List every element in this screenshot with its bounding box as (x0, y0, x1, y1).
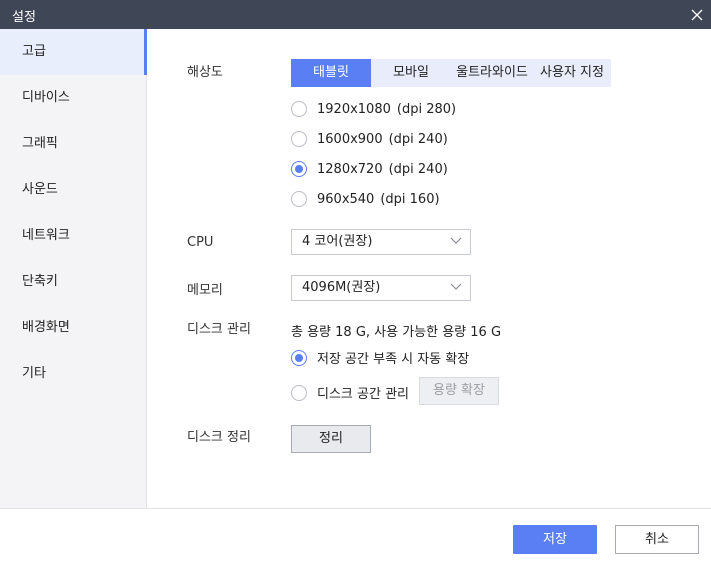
cleanup-button[interactable]: 정리 (291, 425, 371, 453)
sidebar-item-shortcuts[interactable]: 단축키 (0, 259, 147, 305)
chevron-down-icon (450, 237, 462, 244)
memory-value: 4096M(권장) (302, 280, 381, 295)
tab-ultrawide[interactable]: 울트라와이드 (451, 59, 533, 87)
disk-option-label: 저장 공간 부족 시 자동 확장 (317, 352, 470, 367)
tab-tablet[interactable]: 태블릿 (291, 59, 371, 87)
resolution-option-960x540[interactable]: 960x540 (dpi 160) (291, 191, 440, 207)
sidebar-item-label: 네트워크 (22, 228, 70, 243)
resolution-dpi: (dpi 240) (388, 131, 448, 147)
sidebar-item-label: 배경화면 (22, 320, 70, 335)
radio-button[interactable] (291, 384, 307, 401)
sidebar-item-graphics[interactable]: 그래픽 (0, 121, 147, 167)
disk-manage-option[interactable]: 디스크 공간 관리 (291, 383, 409, 402)
radio-button-checked[interactable] (291, 349, 307, 366)
sidebar-item-label: 그래픽 (22, 136, 58, 151)
cpu-value: 4 코어(권장) (302, 234, 373, 249)
sidebar-item-device[interactable]: 디바이스 (0, 75, 147, 121)
memory-label: 메모리 (187, 283, 223, 298)
sidebar-item-wallpaper[interactable]: 배경화면 (0, 305, 147, 351)
expand-capacity-button[interactable]: 용량 확장 (419, 377, 499, 405)
resolution-size: 1920x1080 (317, 101, 391, 117)
cpu-select[interactable]: 4 코어(권장) (291, 229, 471, 255)
sidebar-item-label: 기타 (22, 366, 46, 381)
chevron-down-icon (450, 283, 462, 290)
settings-panel: 해상도 태블릿 모바일 울트라와이드 사용자 지정 1920x1080 (dpi… (147, 29, 711, 508)
radio-button[interactable] (291, 131, 307, 147)
memory-select[interactable]: 4096M(권장) (291, 275, 471, 301)
sidebar-item-sound[interactable]: 사운드 (0, 167, 147, 213)
save-button[interactable]: 저장 (513, 525, 597, 554)
resolution-label: 해상도 (187, 65, 223, 80)
radio-button[interactable] (291, 101, 307, 117)
close-icon (691, 9, 702, 20)
radio-button[interactable] (291, 191, 307, 207)
cancel-button[interactable]: 취소 (615, 525, 699, 554)
resolution-size: 960x540 (317, 191, 375, 207)
resolution-tabs: 태블릿 모바일 울트라와이드 사용자 지정 (291, 59, 611, 87)
resolution-option-1920x1080[interactable]: 1920x1080 (dpi 280) (291, 101, 456, 117)
disk-auto-expand-option[interactable]: 저장 공간 부족 시 자동 확장 (291, 348, 469, 367)
sidebar-item-network[interactable]: 네트워크 (0, 213, 147, 259)
disk-label: 디스크 관리 (187, 322, 251, 337)
disk-option-label: 디스크 공간 관리 (317, 387, 409, 402)
resolution-size: 1280x720 (317, 161, 383, 177)
sidebar-item-other[interactable]: 기타 (0, 351, 147, 397)
sidebar: 고급 디바이스 그래픽 사운드 네트워크 단축키 배경화면 기타 (0, 29, 147, 508)
resolution-option-1280x720[interactable]: 1280x720 (dpi 240) (291, 161, 448, 177)
resolution-dpi: (dpi 160) (380, 191, 440, 207)
close-button[interactable] (682, 0, 711, 29)
sidebar-item-label: 디바이스 (22, 90, 70, 105)
tab-custom[interactable]: 사용자 지정 (533, 59, 611, 87)
resolution-size: 1600x900 (317, 131, 383, 147)
resolution-dpi: (dpi 240) (388, 161, 448, 177)
resolution-dpi: (dpi 280) (396, 101, 457, 117)
radio-button-checked[interactable] (291, 161, 307, 177)
sidebar-item-label: 고급 (22, 44, 46, 59)
dialog-footer: 저장 취소 (0, 508, 711, 565)
sidebar-item-label: 단축키 (22, 274, 58, 289)
tab-mobile[interactable]: 모바일 (371, 59, 451, 87)
cleanup-label: 디스크 정리 (187, 430, 251, 445)
sidebar-item-advanced[interactable]: 고급 (0, 29, 147, 75)
window-title: 설정 (12, 10, 36, 25)
disk-capacity-info: 총 용량 18 G, 사용 가능한 용량 16 G (291, 325, 502, 340)
sidebar-item-label: 사운드 (22, 182, 58, 197)
title-bar: 설정 (0, 0, 711, 29)
resolution-option-1600x900[interactable]: 1600x900 (dpi 240) (291, 131, 448, 147)
cpu-label: CPU (187, 235, 214, 250)
